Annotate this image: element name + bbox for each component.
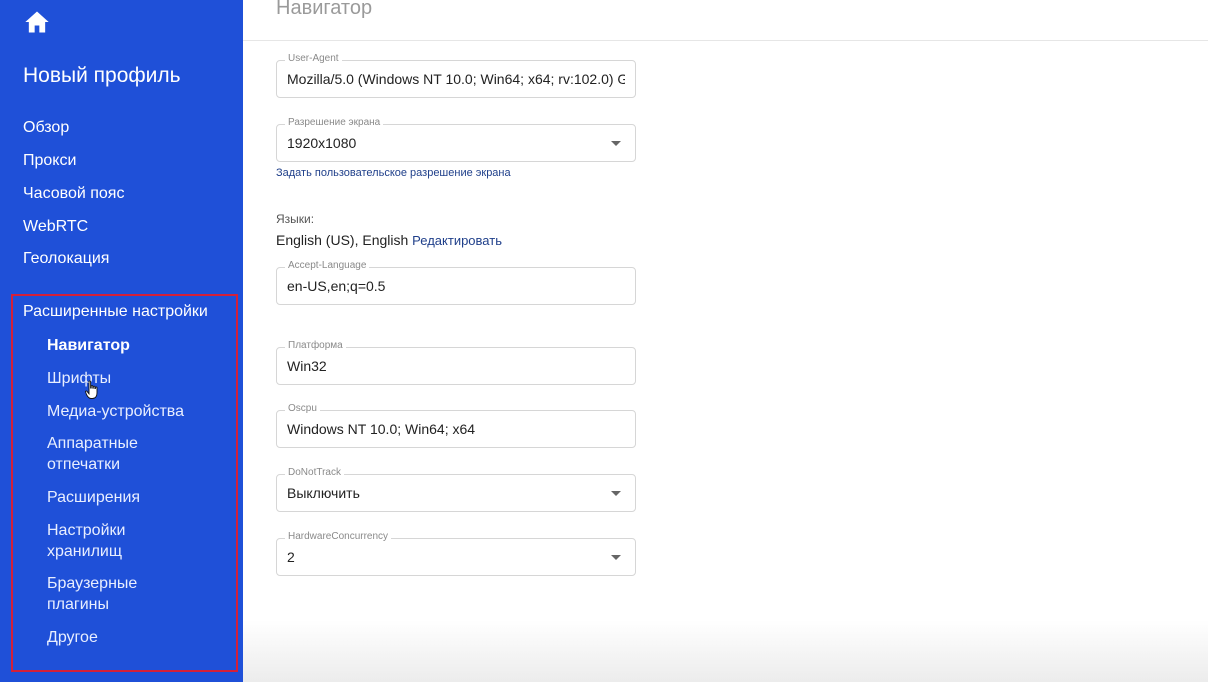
accept-language-value[interactable]: en-US,en;q=0.5 (287, 278, 625, 294)
hardware-concurrency-select[interactable]: HardwareConcurrency 2 (276, 531, 636, 576)
hardware-concurrency-label: HardwareConcurrency (285, 531, 392, 542)
hand-cursor-icon (85, 380, 99, 400)
user-agent-field[interactable]: User-Agent Mozilla/5.0 (Windows NT 10.0;… (276, 53, 636, 98)
sidebar-subitem-extensions[interactable]: Расширения (47, 487, 197, 508)
profile-title: Новый профиль (23, 64, 181, 87)
sidebar-subitem-media-devices[interactable]: Медиа-устройства (47, 401, 197, 422)
languages-label: Языки: (276, 212, 315, 226)
sidebar-subitem-browser-plugins[interactable]: Браузерные плагины (47, 573, 157, 615)
oscpu-label: Oscpu (285, 403, 320, 414)
home-icon[interactable] (23, 8, 51, 36)
user-agent-value[interactable]: Mozilla/5.0 (Windows NT 10.0; Win64; x64… (287, 71, 625, 87)
bottom-fade (243, 620, 1208, 682)
languages-value: English (US), English (276, 232, 409, 248)
oscpu-field[interactable]: Oscpu Windows NT 10.0; Win64; x64 (276, 403, 636, 448)
languages-row: English (US), English Редактировать (276, 232, 502, 248)
accept-language-label: Accept-Language (285, 260, 370, 271)
user-agent-label: User-Agent (285, 53, 342, 64)
main-content: Навигатор User-Agent Mozilla/5.0 (Window… (243, 0, 1208, 682)
sidebar-subitem-hardware-fingerprints[interactable]: Аппаратные отпечатки (47, 433, 157, 475)
do-not-track-label: DoNotTrack (285, 467, 344, 478)
custom-resolution-link[interactable]: Задать пользовательское разрешение экран… (276, 167, 511, 179)
sidebar-item-webrtc[interactable]: WebRTC (23, 218, 88, 236)
screen-resolution-value: 1920x1080 (287, 135, 357, 151)
sidebar-subitem-other[interactable]: Другое (47, 627, 197, 648)
page-title: Навигатор (276, 0, 373, 19)
screen-resolution-select[interactable]: Разрешение экрана 1920x1080 (276, 117, 636, 162)
sidebar-subitem-navigator[interactable]: Навигатор (47, 335, 197, 356)
sidebar: Новый профиль Обзор Прокси Часовой пояс … (0, 0, 243, 682)
sidebar-subitem-storage-settings[interactable]: Настройки хранилищ (47, 520, 147, 562)
sidebar-item-geolocation[interactable]: Геолокация (23, 250, 109, 268)
sidebar-subitem-fonts[interactable]: Шрифты (47, 368, 197, 389)
platform-field[interactable]: Платформа Win32 (276, 340, 636, 385)
page-header: Навигатор (243, 0, 1208, 41)
hardware-concurrency-value: 2 (287, 549, 295, 565)
do-not-track-select[interactable]: DoNotTrack Выключить (276, 467, 636, 512)
sidebar-item-overview[interactable]: Обзор (23, 119, 69, 137)
sidebar-item-advanced-settings[interactable]: Расширенные настройки (23, 303, 208, 321)
chevron-down-icon[interactable] (611, 555, 621, 560)
platform-value[interactable]: Win32 (287, 358, 625, 374)
screen-resolution-label: Разрешение экрана (285, 117, 384, 128)
chevron-down-icon[interactable] (611, 141, 621, 146)
accept-language-field[interactable]: Accept-Language en-US,en;q=0.5 (276, 260, 636, 305)
edit-languages-link[interactable]: Редактировать (412, 233, 502, 248)
sidebar-item-proxy[interactable]: Прокси (23, 152, 76, 170)
platform-label: Платформа (285, 340, 346, 351)
chevron-down-icon[interactable] (611, 491, 621, 496)
sidebar-item-timezone[interactable]: Часовой пояс (23, 185, 124, 203)
do-not-track-value: Выключить (287, 485, 360, 501)
oscpu-value[interactable]: Windows NT 10.0; Win64; x64 (287, 421, 625, 437)
